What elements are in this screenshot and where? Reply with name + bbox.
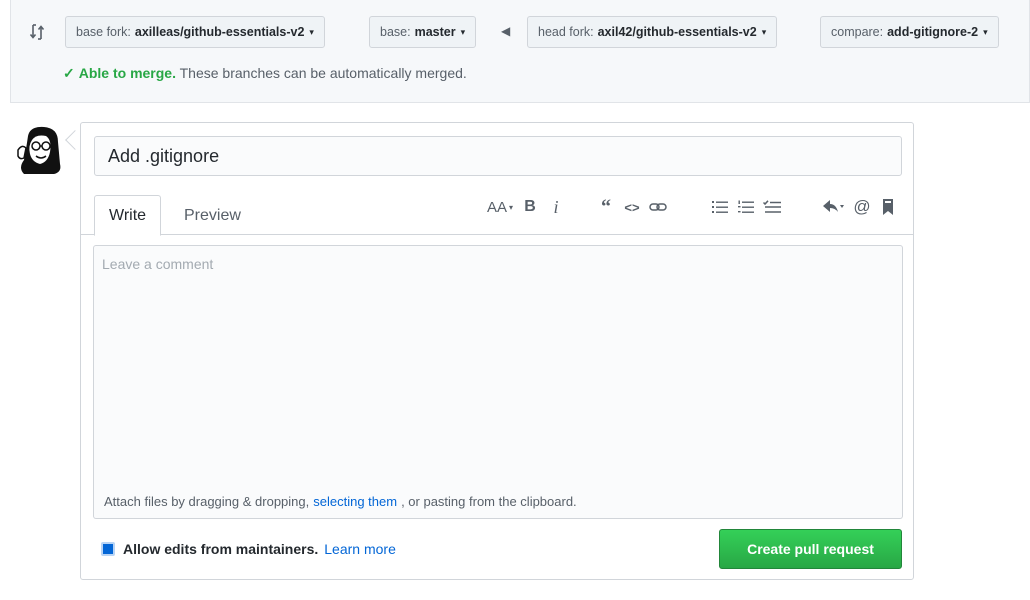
task-list-icon: [763, 200, 781, 213]
link-icon: [649, 203, 667, 211]
code-button[interactable]: <>: [623, 196, 641, 218]
allow-edits-checkbox[interactable]: [101, 542, 115, 556]
italic-button[interactable]: i: [547, 196, 565, 218]
unordered-list-button[interactable]: [711, 196, 729, 218]
tab-preview[interactable]: Preview: [170, 195, 255, 236]
quote-button[interactable]: “: [597, 196, 615, 218]
head-fork-value: axil42/github-essentials-v2: [597, 25, 757, 39]
header-button[interactable]: AA ▾: [487, 196, 513, 218]
base-fork-select[interactable]: base fork: axilleas/github-essentials-v2…: [65, 16, 325, 48]
base-branch-select[interactable]: base: master ▾: [369, 16, 477, 48]
create-pull-request-button[interactable]: Create pull request: [719, 529, 902, 569]
bookmark-button[interactable]: [879, 196, 897, 218]
base-fork-label: base fork:: [76, 25, 131, 39]
compare-branch-label: compare:: [831, 25, 884, 39]
bold-button[interactable]: B: [521, 196, 539, 218]
base-fork-value: axilleas/github-essentials-v2: [134, 25, 305, 39]
compare-branch-select[interactable]: compare: add-gitignore-2 ▾: [820, 16, 999, 48]
chevron-down-icon: ▾: [983, 26, 988, 37]
learn-more-link[interactable]: Learn more: [324, 541, 396, 557]
mention-button[interactable]: @: [853, 196, 871, 218]
allow-edits-label: Allow edits from maintainers.: [123, 541, 319, 557]
chevron-down-icon: ▾: [309, 26, 314, 37]
comment-textarea[interactable]: [94, 246, 902, 514]
chevron-down-icon: ▾: [460, 26, 466, 37]
pull-request-form: Write Preview AA▾ B i “ <>: [80, 122, 914, 580]
toolbar-insert-group: “ <>: [597, 195, 675, 219]
base-branch-label: base:: [380, 25, 411, 39]
task-list-button[interactable]: [763, 196, 781, 218]
unordered-list-icon: [712, 201, 728, 213]
check-icon: ✓: [63, 65, 75, 81]
italic-icon: i: [553, 196, 559, 217]
toolbar-text-group: AA ▾ B i: [487, 195, 573, 219]
compare-branch-value: add-gitignore-2: [887, 25, 979, 39]
toolbar-extra-group: @: [823, 195, 905, 219]
select-files-link[interactable]: selecting them: [313, 494, 397, 509]
reply-icon: [823, 200, 844, 212]
reply-button[interactable]: [823, 196, 845, 218]
allow-edits-row: Allow edits from maintainers. Learn more: [101, 541, 396, 557]
quote-icon: “: [601, 195, 611, 218]
merge-status: ✓ Able to merge. These branches can be au…: [63, 65, 467, 82]
head-fork-select[interactable]: head fork: axil42/github-essentials-v2 ▾: [527, 16, 778, 48]
chevron-down-icon: ▾: [761, 26, 767, 37]
ordered-list-icon: [738, 200, 754, 213]
attach-suffix: , or pasting from the clipboard.: [401, 494, 577, 509]
mention-icon: @: [853, 197, 871, 216]
compare-icon: [29, 22, 49, 42]
avatar[interactable]: [14, 124, 64, 174]
bold-icon: B: [524, 198, 536, 215]
merge-description: These branches can be automatically merg…: [179, 65, 467, 81]
tab-write[interactable]: Write: [94, 195, 162, 236]
ordered-list-button[interactable]: [737, 196, 755, 218]
code-icon: <>: [624, 199, 640, 215]
merge-ok-text: Able to merge.: [78, 65, 176, 81]
compare-bar: base fork: axilleas/github-essentials-v2…: [10, 0, 1030, 103]
link-button[interactable]: [649, 196, 667, 218]
toolbar-list-group: [711, 195, 789, 219]
attach-prefix: Attach files by dragging & dropping,: [104, 494, 310, 509]
title-input[interactable]: [94, 136, 902, 176]
attach-files-bar[interactable]: Attach files by dragging & dropping, sel…: [93, 485, 903, 519]
arrow-left-icon: ◀: [501, 24, 511, 38]
bookmark-icon: [883, 199, 893, 215]
header-icon: AA: [487, 198, 508, 216]
base-branch-value: master: [414, 25, 456, 39]
comment-area: [93, 245, 903, 515]
head-fork-label: head fork:: [538, 25, 594, 39]
